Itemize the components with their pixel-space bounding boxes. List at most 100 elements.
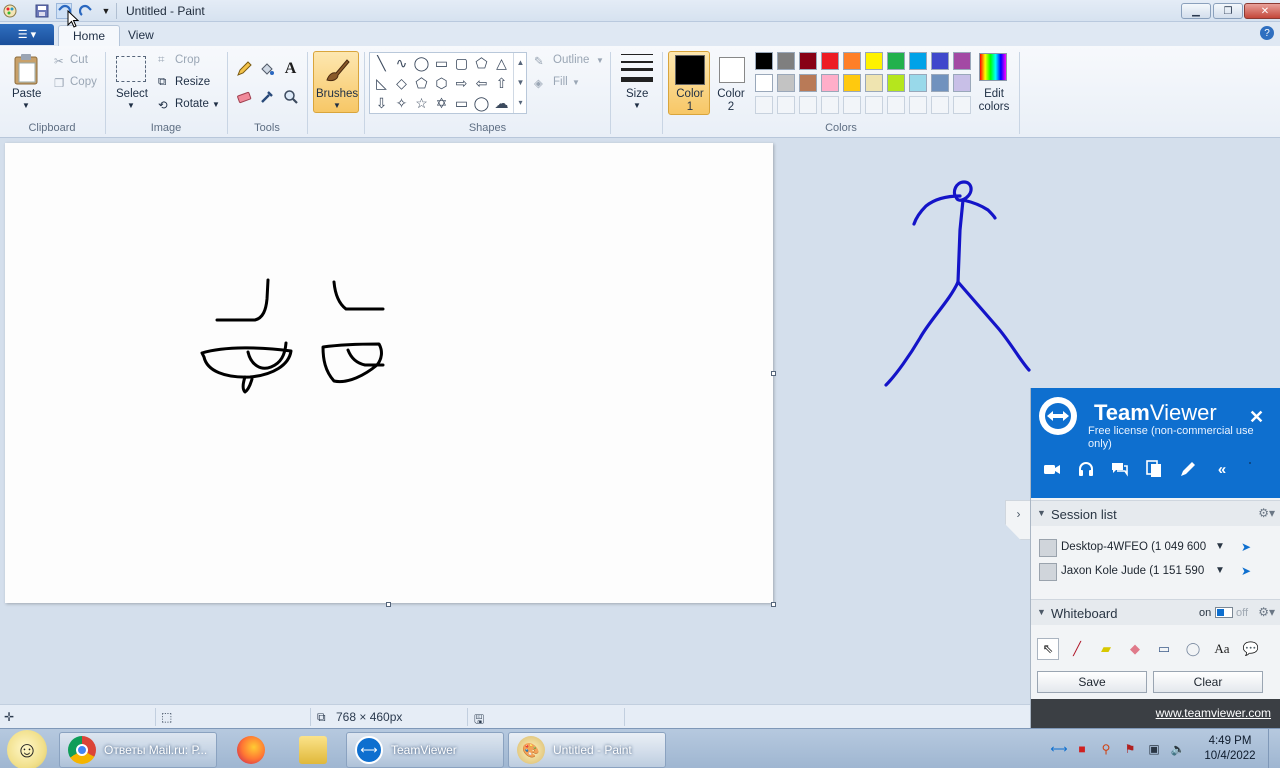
taskbar-item-firefox[interactable]: [226, 732, 276, 768]
palette-swatch[interactable]: [865, 74, 883, 92]
pen-tool-icon[interactable]: ╱: [1066, 638, 1088, 660]
paint-app-icon[interactable]: [2, 3, 18, 19]
color2-swatch[interactable]: [719, 57, 745, 83]
volume-tray-icon[interactable]: 🔈: [1170, 741, 1186, 757]
outline-dropdown-icon[interactable]: ▼: [596, 56, 604, 65]
whiteboard-save-button[interactable]: Save: [1037, 671, 1147, 693]
whiteboard-header[interactable]: ▼ Whiteboard on off ⚙▾: [1031, 599, 1280, 625]
resize-handle-bottom[interactable]: [386, 602, 391, 607]
palette-swatch[interactable]: [821, 52, 839, 70]
oval-shape-icon[interactable]: ◯: [412, 54, 431, 73]
session-list-gear-icon[interactable]: ⚙▾: [1258, 506, 1275, 520]
palette-swatch[interactable]: [755, 74, 773, 92]
taskbar-item-explorer[interactable]: [286, 732, 340, 768]
custom-color-slot[interactable]: [909, 96, 927, 114]
cut-button[interactable]: Cut: [70, 54, 88, 66]
select-icon[interactable]: [116, 56, 146, 82]
left-arrow-shape-icon[interactable]: ⇦: [472, 74, 491, 93]
session-list-collapse-icon[interactable]: ▼: [1037, 508, 1046, 518]
paste-label[interactable]: Paste: [12, 88, 41, 100]
custom-color-slot[interactable]: [799, 96, 817, 114]
rounded-callout-shape-icon[interactable]: ▭: [452, 94, 471, 113]
palette-swatch[interactable]: [821, 74, 839, 92]
headset-icon[interactable]: [1075, 458, 1097, 480]
up-arrow-shape-icon[interactable]: ⇧: [492, 74, 511, 93]
triangle-shape-icon[interactable]: △: [492, 54, 511, 73]
curve-shape-icon[interactable]: ∿: [392, 54, 411, 73]
hexagon-shape-icon[interactable]: ⬡: [432, 74, 451, 93]
oval-callout-shape-icon[interactable]: ◯: [472, 94, 491, 113]
palette-swatch[interactable]: [953, 74, 971, 92]
pointer-tool-icon[interactable]: ⇖: [1037, 638, 1059, 660]
cloud-callout-shape-icon[interactable]: ☁: [492, 94, 511, 113]
whiteboard-collapse-icon[interactable]: ▼: [1037, 607, 1046, 617]
start-button[interactable]: ☺: [7, 730, 47, 768]
redo-icon[interactable]: [78, 3, 94, 19]
note-tool-icon[interactable]: 💬: [1240, 638, 1262, 660]
video-icon[interactable]: [1041, 458, 1063, 480]
paint-menu-button[interactable]: ☰ ▾: [0, 24, 54, 45]
tab-view[interactable]: View: [114, 25, 168, 46]
session-pointer-icon[interactable]: ➤: [1241, 564, 1251, 578]
palette-swatch[interactable]: [931, 52, 949, 70]
custom-color-slot[interactable]: [843, 96, 861, 114]
palette-swatch[interactable]: [755, 52, 773, 70]
taskbar-item-chrome[interactable]: Ответы Mail.ru: Р...: [59, 732, 217, 768]
files-icon[interactable]: [1143, 458, 1165, 480]
palette-swatch[interactable]: [865, 52, 883, 70]
session-dropdown-icon[interactable]: ▼: [1215, 565, 1225, 576]
resize-handle-right[interactable]: [771, 371, 776, 376]
six-point-star-shape-icon[interactable]: ✡: [432, 94, 451, 113]
custom-color-slot[interactable]: [777, 96, 795, 114]
whiteboard-gear-icon[interactable]: ⚙▾: [1258, 605, 1275, 619]
system-clock[interactable]: 4:49 PM 10/4/2022: [1198, 734, 1262, 764]
paste-dropdown-icon[interactable]: ▼: [22, 101, 30, 110]
pentagon-shape-icon[interactable]: ⬠: [412, 74, 431, 93]
taskbar-item-paint[interactable]: 🎨 Untitled - Paint: [508, 732, 666, 768]
right-arrow-shape-icon[interactable]: ⇨: [452, 74, 471, 93]
teamviewer-website-link[interactable]: www.teamviewer.com: [1156, 706, 1271, 720]
close-button[interactable]: ✕: [1244, 3, 1280, 19]
size-button[interactable]: Size: [626, 88, 648, 100]
session-pointer-icon[interactable]: ➤: [1241, 540, 1251, 554]
crop-button[interactable]: Crop: [175, 54, 200, 66]
minimize-button[interactable]: ▁: [1181, 3, 1211, 19]
diamond-shape-icon[interactable]: ◇: [392, 74, 411, 93]
palette-swatch[interactable]: [931, 74, 949, 92]
down-arrow-shape-icon[interactable]: ⇩: [372, 94, 391, 113]
rectangle-shape-icon[interactable]: ▭: [432, 54, 451, 73]
drawing-canvas[interactable]: [5, 143, 773, 603]
size-icon[interactable]: [620, 54, 654, 82]
whiteboard-clear-button[interactable]: Clear: [1153, 671, 1263, 693]
pencil-icon[interactable]: [233, 58, 254, 79]
rotate-button[interactable]: Rotate: [175, 98, 209, 110]
save-icon[interactable]: [34, 3, 50, 19]
flag-tray-icon[interactable]: ⚑: [1122, 741, 1138, 757]
tab-home[interactable]: Home: [58, 25, 121, 46]
teamviewer-tray-icon[interactable]: ⟷: [1050, 741, 1067, 757]
security-tray-icon[interactable]: ■: [1074, 741, 1090, 757]
rounded-rectangle-shape-icon[interactable]: ▢: [452, 54, 471, 73]
outline-button[interactable]: Outline: [553, 54, 589, 66]
search-tray-icon[interactable]: ⚲: [1098, 741, 1114, 757]
rectangle-tool-icon[interactable]: ▭: [1153, 638, 1175, 660]
four-point-star-shape-icon[interactable]: ✧: [392, 94, 411, 113]
palette-swatch[interactable]: [843, 52, 861, 70]
paste-icon[interactable]: [12, 52, 40, 86]
color-picker-icon[interactable]: [256, 86, 277, 107]
whiteboard-pen-icon[interactable]: [1177, 458, 1199, 480]
magnifier-icon[interactable]: [280, 86, 301, 107]
chat-icon[interactable]: [1109, 458, 1131, 480]
edit-colors-icon[interactable]: [979, 53, 1007, 81]
eraser-tool-icon[interactable]: ◆: [1124, 638, 1146, 660]
collapse-panel-icon[interactable]: «: [1211, 458, 1233, 480]
palette-swatch[interactable]: [799, 52, 817, 70]
custom-color-slot[interactable]: [953, 96, 971, 114]
palette-swatch[interactable]: [799, 74, 817, 92]
session-item[interactable]: Jaxon Kole Jude (1 151 590 81 ▼ ➤: [1037, 561, 1277, 583]
show-desktop-button[interactable]: [1268, 729, 1280, 768]
session-item[interactable]: Desktop-4WFEO (1 049 600 75 ▼ ➤: [1037, 537, 1277, 559]
palette-swatch[interactable]: [909, 74, 927, 92]
palette-swatch[interactable]: [909, 52, 927, 70]
eraser-icon[interactable]: [233, 86, 254, 107]
